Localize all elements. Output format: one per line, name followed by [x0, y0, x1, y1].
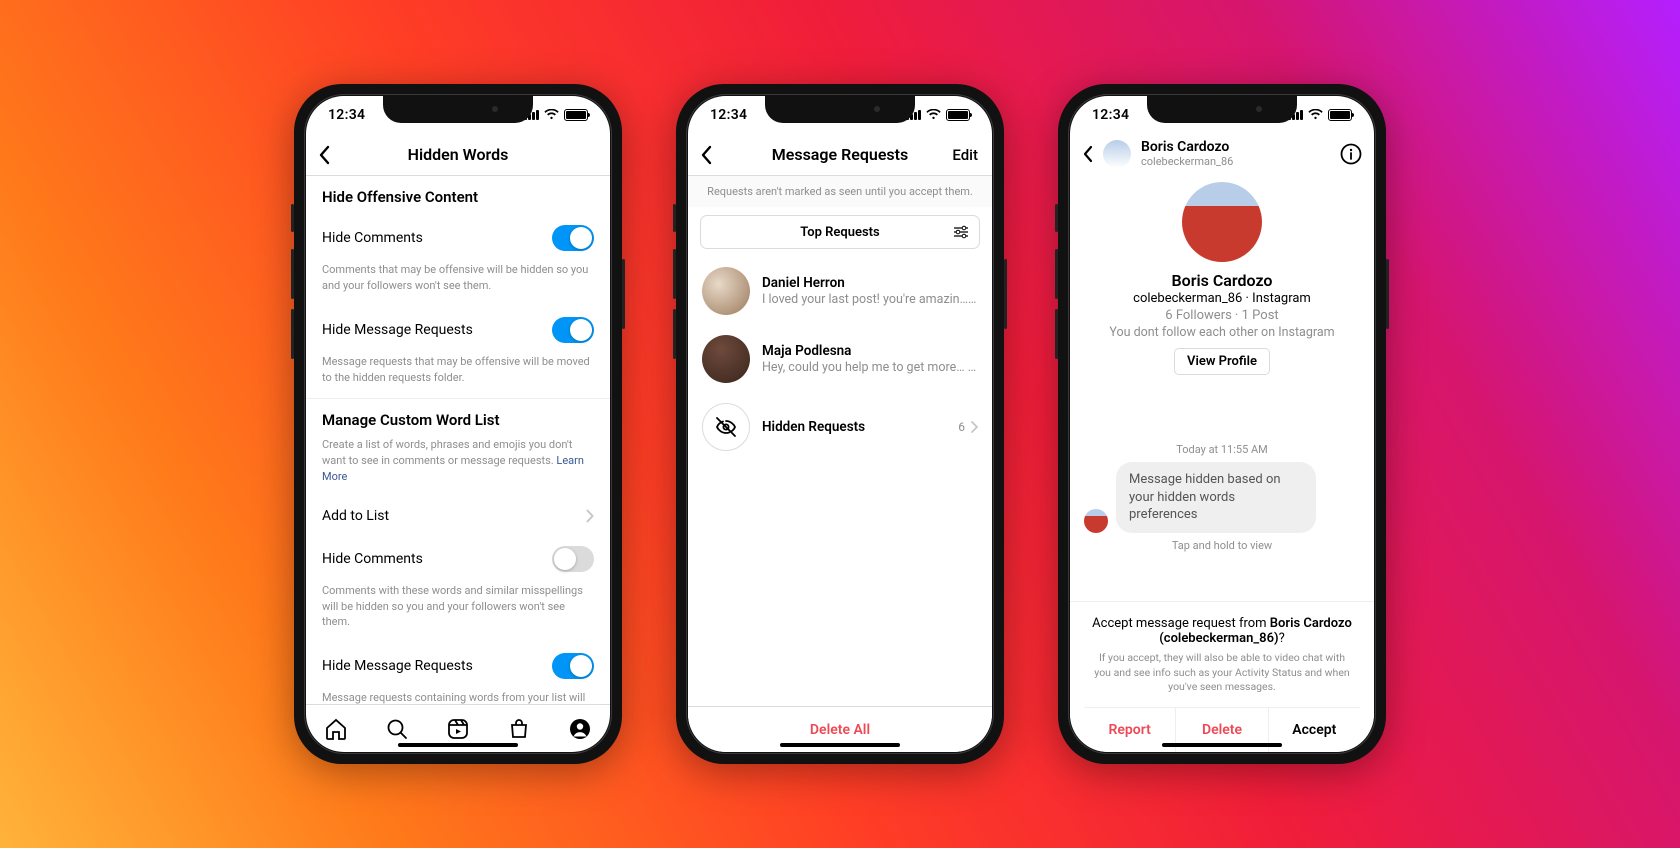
reels-icon[interactable] — [446, 717, 470, 741]
phone-hidden-words: 12:34 Hidden Words Hide Offensive Conten… — [294, 84, 622, 764]
toggle-custom-hide-comments[interactable] — [552, 546, 594, 572]
battery-icon — [946, 109, 970, 121]
back-button[interactable] — [1082, 145, 1093, 163]
back-button[interactable] — [318, 145, 330, 165]
row-help: Comments that may be offensive will be h… — [306, 262, 610, 306]
wifi-icon — [544, 109, 559, 121]
filter-icon — [953, 225, 969, 239]
home-icon[interactable] — [324, 717, 348, 741]
shop-icon[interactable] — [507, 717, 531, 741]
row-help: Comments with these words and similar mi… — [306, 583, 610, 643]
home-indicator — [780, 743, 900, 747]
top-requests-selector[interactable]: Top Requests — [700, 215, 980, 249]
status-time: 12:34 — [328, 107, 365, 123]
page-title: Hidden Words — [408, 145, 509, 164]
profile-avatar[interactable] — [1182, 182, 1262, 262]
profile-card: Boris Cardozo colebeckerman_86 · Instagr… — [1070, 174, 1374, 375]
row-label: Hide Comments — [322, 230, 423, 246]
notch — [383, 96, 533, 123]
hidden-count: 6 — [958, 420, 965, 434]
row-hide-message-requests: Hide Message Requests — [306, 306, 610, 354]
hidden-requests-row[interactable]: Hidden Requests 6 — [688, 393, 992, 461]
row-label: Add to List — [322, 508, 389, 524]
section-header: Hide Offensive Content — [306, 176, 610, 214]
message-bubble: Message hidden based on your hidden word… — [1116, 462, 1316, 533]
settings-content: Hide Offensive Content Hide Comments Com… — [306, 176, 610, 704]
wifi-icon — [1308, 109, 1323, 121]
wifi-icon — [926, 109, 941, 121]
edit-button[interactable]: Edit — [952, 146, 978, 164]
section-header: Manage Custom Word List — [306, 399, 610, 437]
avatar — [702, 267, 750, 315]
battery-icon — [1328, 109, 1352, 121]
profile-follow-status: You dont follow each other on Instagram — [1084, 325, 1360, 340]
hidden-icon — [702, 403, 750, 451]
request-row[interactable]: Maja Podlesna Hey, could you help me to … — [688, 325, 992, 393]
pill-label: Top Requests — [800, 225, 880, 240]
header-handle: colebeckerman_86 — [1141, 155, 1233, 168]
home-indicator — [1162, 743, 1282, 747]
row-custom-hide-comments: Hide Comments — [306, 535, 610, 583]
toggle-custom-hide-message-requests[interactable] — [552, 653, 594, 679]
row-label: Hide Message Requests — [322, 322, 473, 338]
phone-message-request-detail: 12:34 Boris Cardozo colebeckerman_86 Bor… — [1058, 84, 1386, 764]
chevron-right-icon — [586, 509, 594, 523]
profile-stats: 6 Followers · 1 Post — [1084, 308, 1360, 323]
row-custom-hide-message-requests: Hide Message Requests — [306, 642, 610, 690]
nav-bar: Hidden Words — [306, 134, 610, 176]
tap-hold-hint: Tap and hold to view — [1084, 539, 1360, 552]
toggle-hide-message-requests[interactable] — [552, 317, 594, 343]
battery-icon — [564, 109, 588, 121]
request-preview: Hey, could you help me to get more… · 4h — [762, 360, 978, 375]
chat-header: Boris Cardozo colebeckerman_86 — [1070, 134, 1374, 174]
chat-area: Today at 11:55 AM Message hidden based o… — [1070, 375, 1374, 560]
notch — [1147, 96, 1297, 123]
section-intro: Create a list of words, phrases and emoj… — [306, 437, 610, 497]
nav-bar: Message Requests Edit — [688, 134, 992, 176]
request-user-name: Daniel Herron — [762, 275, 978, 291]
avatar — [702, 335, 750, 383]
status-time: 12:34 — [710, 107, 747, 123]
info-button[interactable] — [1340, 143, 1362, 165]
row-hide-comments: Hide Comments — [306, 214, 610, 262]
notch — [765, 96, 915, 123]
status-time: 12:34 — [1092, 107, 1129, 123]
row-add-to-list[interactable]: Add to List — [306, 497, 610, 535]
header-name: Boris Cardozo — [1141, 140, 1233, 155]
request-action-sheet: Accept message request from Boris Cardoz… — [1070, 601, 1374, 752]
profile-icon[interactable] — [568, 717, 592, 741]
request-preview: I loved your last post! you're amazin… ·… — [762, 292, 978, 307]
message-timestamp: Today at 11:55 AM — [1084, 443, 1360, 456]
msg-avatar — [1084, 509, 1108, 533]
search-icon[interactable] — [385, 717, 409, 741]
row-help: Message requests that may be offensive w… — [306, 354, 610, 398]
info-banner: Requests aren't marked as seen until you… — [688, 176, 992, 207]
home-indicator — [398, 743, 518, 747]
page-title: Message Requests — [772, 145, 909, 164]
back-button[interactable] — [700, 145, 712, 165]
header-avatar[interactable] — [1103, 140, 1131, 168]
view-profile-button[interactable]: View Profile — [1174, 348, 1270, 375]
phone-message-requests: 12:34 Message Requests Edit Requests are… — [676, 84, 1004, 764]
profile-name: Boris Cardozo — [1084, 271, 1360, 290]
toggle-hide-comments[interactable] — [552, 225, 594, 251]
row-label: Hide Comments — [322, 551, 423, 567]
profile-handle: colebeckerman_86 · Instagram — [1084, 291, 1360, 306]
hidden-requests-label: Hidden Requests — [762, 419, 946, 435]
accept-help: If you accept, they will also be able to… — [1084, 651, 1360, 695]
hidden-message[interactable]: Message hidden based on your hidden word… — [1084, 462, 1360, 533]
row-help: Message requests containing words from y… — [306, 690, 610, 704]
row-label: Hide Message Requests — [322, 658, 473, 674]
request-user-name: Maja Podlesna — [762, 343, 978, 359]
request-row[interactable]: Daniel Herron I loved your last post! yo… — [688, 257, 992, 325]
accept-title: Accept message request from Boris Cardoz… — [1084, 616, 1360, 646]
chevron-right-icon — [971, 421, 978, 433]
